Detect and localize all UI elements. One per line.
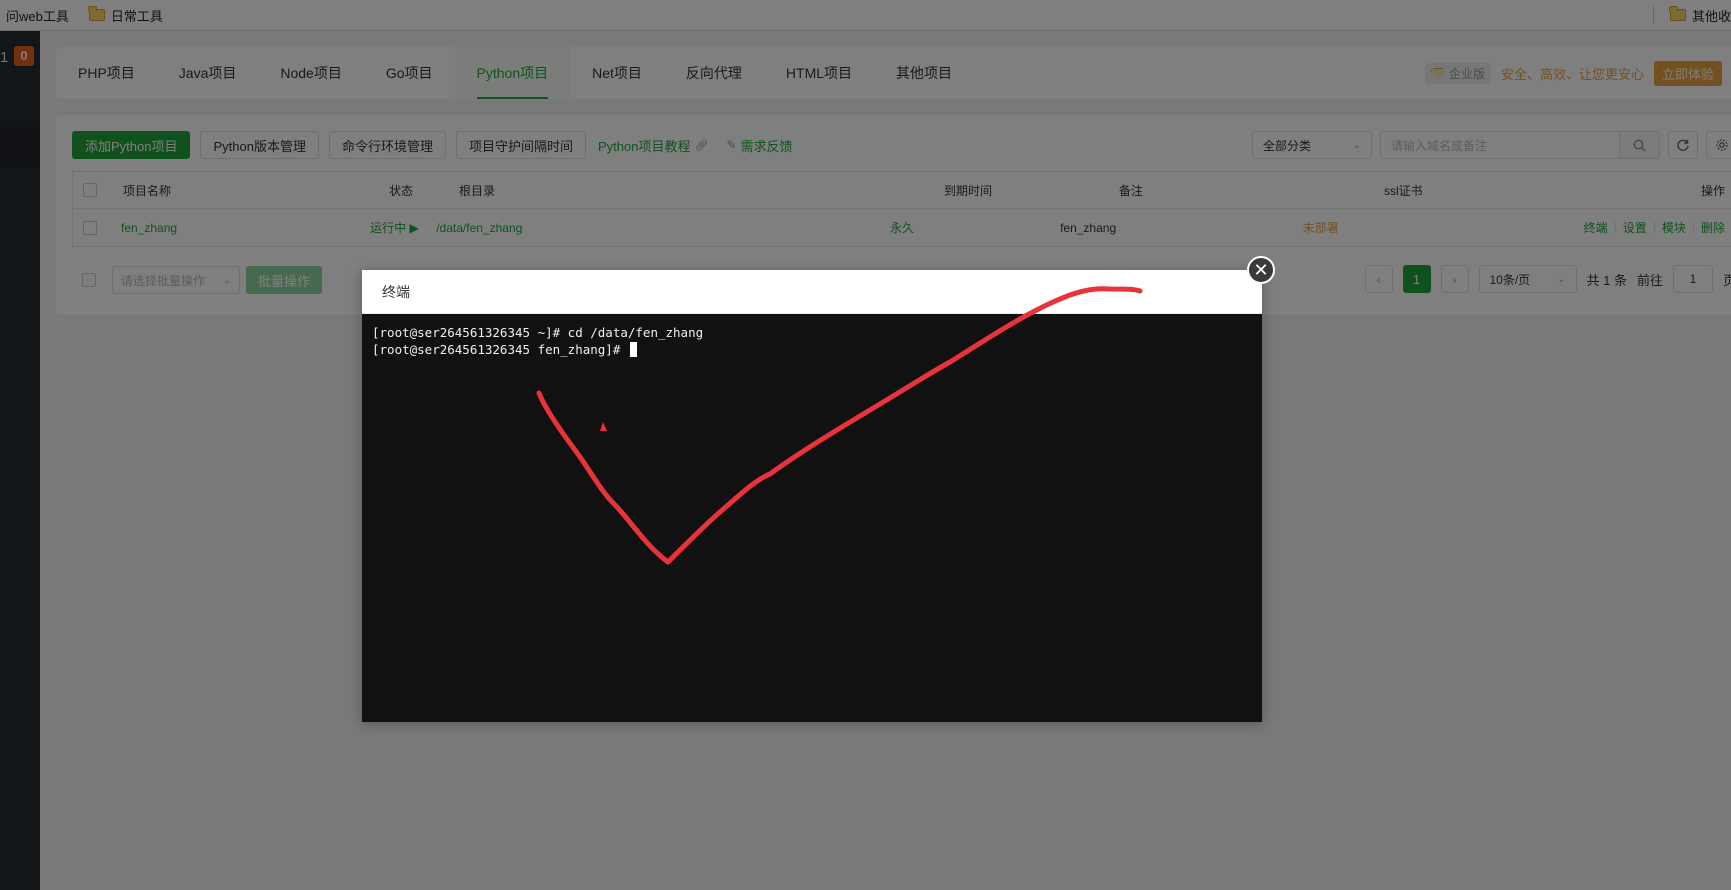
modal-title: 终端 [362, 270, 1262, 314]
terminal-modal: 终端 [root@ser264561326345 ~]# cd /data/fe… [362, 270, 1262, 722]
terminal-line: [root@ser264561326345 ~]# cd /data/fen_z… [372, 325, 704, 340]
terminal-cursor [629, 342, 637, 357]
terminal-line: [root@ser264561326345 fen_zhang]# [372, 341, 1252, 358]
terminal-prompt: [root@ser264561326345 fen_zhang]# [372, 342, 628, 357]
terminal-output[interactable]: [root@ser264561326345 ~]# cd /data/fen_z… [362, 314, 1262, 722]
close-icon[interactable]: ✕ [1247, 256, 1275, 284]
